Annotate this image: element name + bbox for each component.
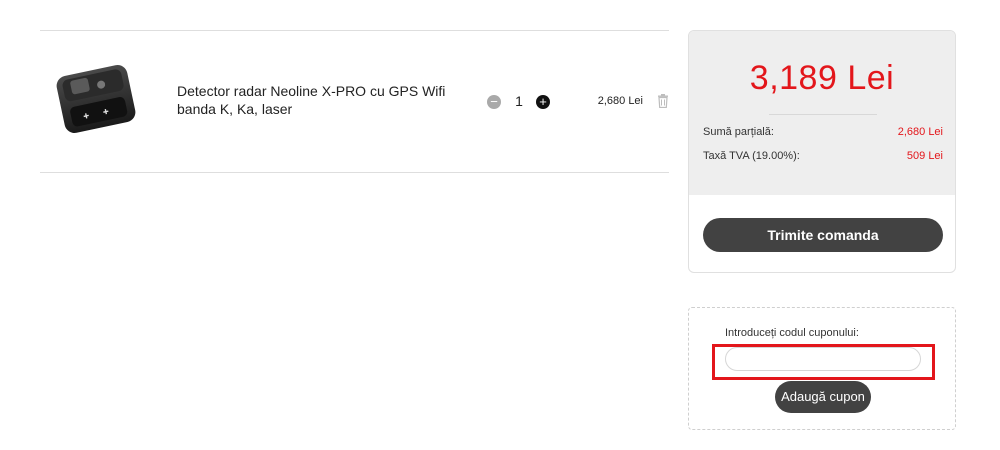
quantity-value: 1 [515,93,523,109]
subtotal-label: Sumă parțială: [703,126,774,138]
tax-row: Taxă TVA (19.00%): 509 Lei [703,150,943,162]
trash-icon[interactable] [657,94,669,109]
quantity-increase-button[interactable]: + [536,95,550,109]
summary-header [689,31,955,195]
minus-icon: − [490,94,498,109]
total-divider [769,114,877,115]
submit-order-button[interactable]: Trimite comanda [703,218,943,252]
highlight-outline [712,344,935,380]
coupon-label: Introduceți codul cuponului: [725,327,859,339]
quantity-decrease-button[interactable]: − [487,95,501,109]
coupon-box: Introduceți codul cuponului: Adaugă cupo… [688,307,956,430]
add-coupon-button[interactable]: Adaugă cupon [775,381,871,413]
cart-bottom-divider [40,172,669,173]
order-summary-card: 3,189 Lei Sumă parțială: 2,680 Lei Taxă … [688,30,956,273]
tax-value: 509 Lei [906,150,943,162]
cart-top-divider [40,30,669,31]
subtotal-value: 2,680 Lei [897,126,943,138]
subtotal-row: Sumă parțială: 2,680 Lei [703,126,943,138]
radar-detector-product-image[interactable]: ✚ ✚ [46,58,146,140]
plus-icon: + [539,94,547,109]
product-name[interactable]: Detector radar Neoline X-PRO cu GPS Wifi… [177,82,447,118]
tax-label: Taxă TVA (19.00%): [703,150,800,162]
order-total: 3,189 Lei [749,59,895,97]
line-item-price: 2,680 Lei [597,95,643,107]
